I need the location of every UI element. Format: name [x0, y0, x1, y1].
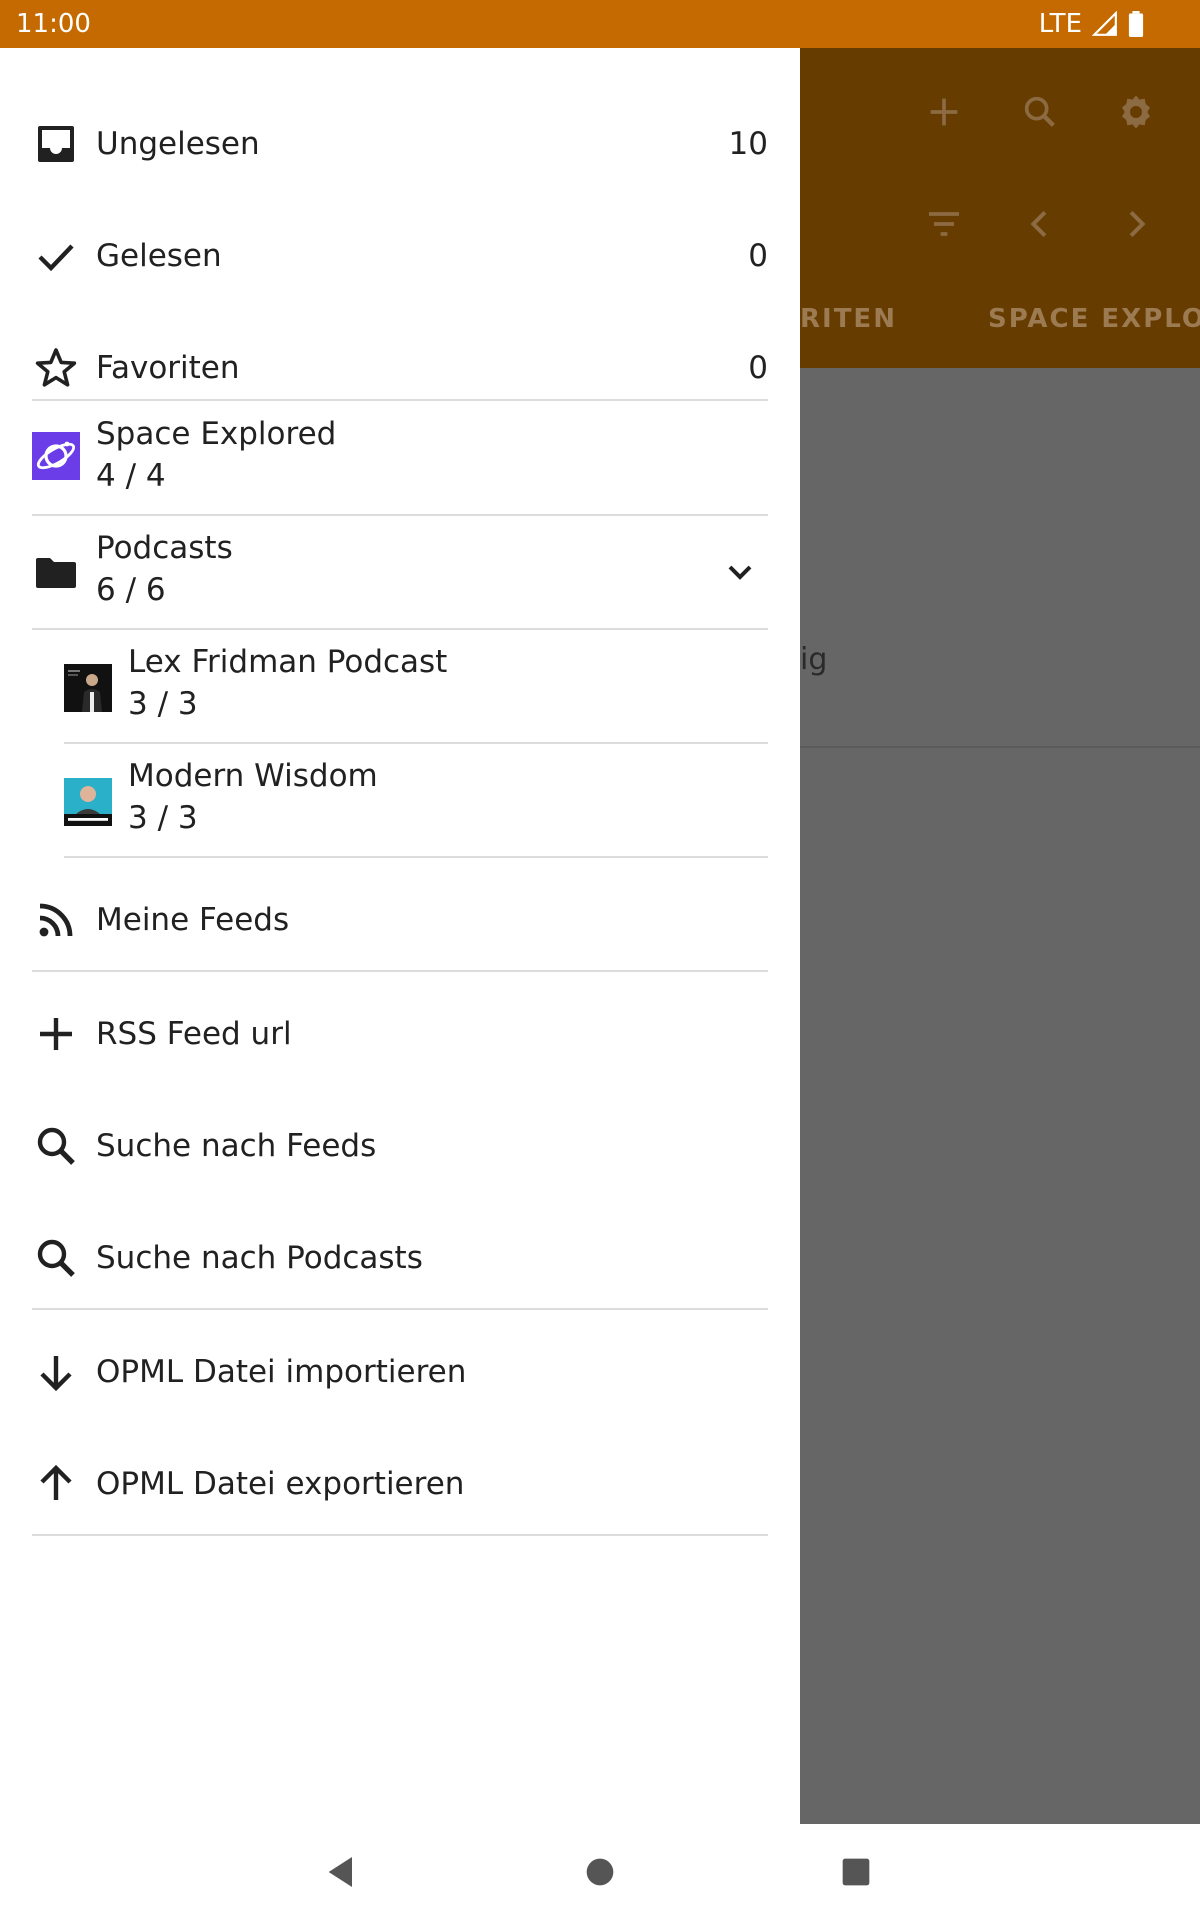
drawer-item-label: OPML Datei exportieren — [96, 1466, 465, 1502]
folder-icon — [32, 548, 80, 596]
drawer-item-search-feeds[interactable]: Suche nach Feeds — [0, 1098, 800, 1194]
folder-counts: 6 / 6 — [96, 572, 166, 608]
add-icon — [32, 1010, 80, 1058]
search-icon — [32, 1122, 80, 1170]
recents-icon[interactable] — [836, 1852, 876, 1892]
status-icons: LTE — [1039, 9, 1144, 39]
chevron-left-icon[interactable] — [1020, 204, 1060, 244]
lex-fridman-thumbnail — [64, 664, 112, 712]
battery-icon — [1128, 11, 1144, 37]
settings-icon[interactable] — [1116, 92, 1156, 132]
drawer-item-label: Space Explored — [96, 416, 337, 452]
feed-counts: 3 / 3 — [128, 686, 198, 722]
chevron-right-icon[interactable] — [1116, 204, 1156, 244]
drawer-item-podcasts-folder[interactable]: Podcasts 6 / 6 — [0, 518, 800, 622]
drawer-item-label: Suche nach Feeds — [96, 1128, 377, 1164]
unread-count: 10 — [728, 126, 768, 162]
system-navigation-bar — [0, 1824, 1200, 1920]
drawer-item-rss-feed-url[interactable]: RSS Feed url — [0, 986, 800, 1082]
filter-icon[interactable] — [924, 204, 964, 244]
signal-icon — [1092, 11, 1118, 37]
chevron-down-icon[interactable] — [720, 552, 760, 592]
drawer-item-label: Lex Fridman Podcast — [128, 644, 448, 680]
status-bar: 11:00 LTE — [0, 0, 1200, 48]
search-icon[interactable] — [1020, 92, 1060, 132]
drawer-divider — [32, 399, 768, 401]
back-icon[interactable] — [322, 1852, 362, 1892]
drawer-item-modern-wisdom[interactable]: Modern Wisdom 3 / 3 — [0, 746, 800, 854]
drawer-item-opml-export[interactable]: OPML Datei exportieren — [0, 1436, 800, 1532]
background-app: RITEN SPACE EXPLOR ig — [800, 48, 1200, 1824]
drawer-divider — [32, 628, 768, 630]
list-divider — [800, 746, 1200, 748]
favorites-count: 0 — [748, 350, 768, 386]
drawer-item-space-explored[interactable]: Space Explored 4 / 4 — [0, 404, 800, 508]
arrow-up-icon — [32, 1460, 80, 1508]
drawer-item-label: Meine Feeds — [96, 902, 290, 938]
drawer-item-label: Podcasts — [96, 530, 233, 566]
read-count: 0 — [748, 238, 768, 274]
tab-space-explored[interactable]: SPACE EXPLOR — [988, 304, 1200, 334]
drawer-item-label: RSS Feed url — [96, 1016, 292, 1052]
feed-counts: 4 / 4 — [96, 458, 166, 494]
tab-favoriten[interactable]: RITEN — [800, 304, 897, 334]
drawer-item-label: Modern Wisdom — [128, 758, 378, 794]
arrow-down-icon — [32, 1348, 80, 1396]
drawer-item-gelesen[interactable]: Gelesen 0 — [0, 208, 800, 304]
drawer-item-label: OPML Datei importieren — [96, 1354, 467, 1390]
star-outline-icon — [32, 344, 80, 392]
drawer-item-label: Ungelesen — [96, 126, 260, 162]
drawer-divider — [32, 514, 768, 516]
modern-wisdom-thumbnail — [64, 778, 112, 826]
home-icon[interactable] — [580, 1852, 620, 1892]
drawer-item-label: Favoriten — [96, 350, 240, 386]
drawer-divider — [32, 1308, 768, 1310]
drawer-item-lex-fridman-podcast[interactable]: Lex Fridman Podcast 3 / 3 — [0, 632, 800, 740]
app-bar: RITEN SPACE EXPLOR — [800, 48, 1200, 368]
check-icon — [32, 232, 80, 280]
drawer-item-label: Gelesen — [96, 238, 222, 274]
feed-counts: 3 / 3 — [128, 800, 198, 836]
network-type: LTE — [1038, 9, 1082, 39]
drawer-divider — [32, 970, 768, 972]
drawer-item-favoriten[interactable]: Favoriten 0 — [0, 320, 800, 416]
rss-icon — [32, 896, 80, 944]
drawer-item-opml-import[interactable]: OPML Datei importieren — [0, 1324, 800, 1420]
drawer-item-search-podcasts[interactable]: Suche nach Podcasts — [0, 1210, 800, 1306]
drawer-item-label: Suche nach Podcasts — [96, 1240, 423, 1276]
drawer-divider — [64, 742, 768, 744]
inbox-icon — [32, 120, 80, 168]
add-icon[interactable] — [924, 92, 964, 132]
drawer-item-ungelesen[interactable]: Ungelesen 10 — [0, 96, 800, 192]
drawer-divider — [64, 856, 768, 858]
drawer-item-meine-feeds[interactable]: Meine Feeds — [0, 872, 800, 968]
space-explored-logo — [32, 432, 80, 480]
drawer-divider — [32, 1534, 768, 1536]
article-text-fragment: ig — [800, 642, 828, 677]
status-time: 11:00 — [16, 9, 91, 39]
search-icon — [32, 1234, 80, 1282]
navigation-drawer: Ungelesen 10 Gelesen 0 Favoriten 0 Space… — [0, 48, 800, 1824]
